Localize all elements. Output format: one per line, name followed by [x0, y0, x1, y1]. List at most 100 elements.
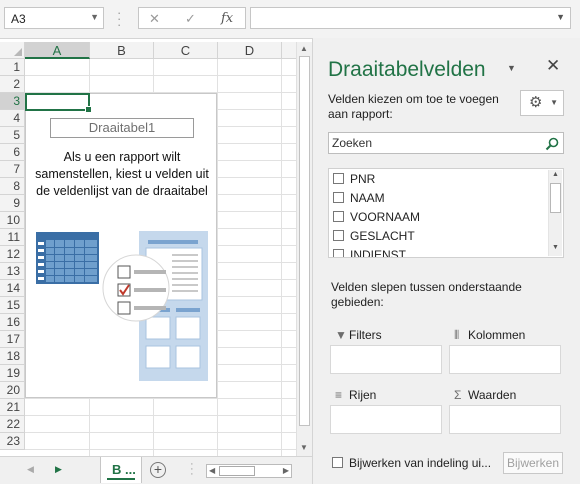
pivot-instructions: Als u een rapport wilt samenstellen, kie… [35, 150, 209, 198]
name-box-value: A3 [11, 12, 26, 26]
scroll-up-icon[interactable]: ▲ [300, 44, 308, 53]
horizontal-scrollbar[interactable]: ◀ ▶ [206, 464, 292, 478]
drag-instructions: Velden slepen tussen onderstaande gebied… [331, 280, 522, 309]
values-drop-zone[interactable] [449, 405, 561, 434]
pane-title: Draaitabelvelden [328, 58, 486, 81]
field-label: VOORNAAM [350, 210, 421, 224]
row-header-21[interactable]: 21 [0, 399, 25, 416]
grid-line [25, 75, 296, 76]
values-area-header: Σ Waarden [454, 388, 517, 402]
prev-sheet-icon[interactable]: ◀ [27, 464, 34, 475]
row-header-15[interactable]: 15 [0, 297, 25, 314]
close-icon[interactable]: ✕ [546, 56, 560, 76]
rows-drop-zone[interactable] [330, 405, 442, 434]
sigma-icon: Σ [454, 388, 462, 402]
field-list-scrollbar[interactable]: ▲ ▼ [548, 170, 562, 256]
formula-input[interactable]: ▼ [250, 7, 571, 29]
scroll-right-icon[interactable]: ▶ [283, 466, 289, 475]
enter-icon[interactable]: ✓ [185, 11, 196, 27]
h-scroll-thumb[interactable] [219, 466, 255, 476]
splitter-icon[interactable]: · · · [190, 459, 194, 480]
name-box[interactable]: A3 ▼ [4, 7, 104, 29]
scroll-thumb[interactable] [550, 183, 561, 213]
defer-checkbox[interactable] [332, 457, 343, 468]
row-header-12[interactable]: 12 [0, 246, 25, 263]
pane-subtitle: Velden kiezen om toe te voegen aan rappo… [328, 92, 499, 121]
column-header-d[interactable]: D [218, 42, 282, 59]
field-checkbox[interactable] [333, 230, 344, 241]
tools-button[interactable]: ⚙ ▼ [520, 90, 564, 116]
row-header-9[interactable]: 9 [0, 195, 25, 212]
row-header-20[interactable]: 20 [0, 382, 25, 399]
row-header-10[interactable]: 10 [0, 212, 25, 229]
row-header-14[interactable]: 14 [0, 280, 25, 297]
row-header-17[interactable]: 17 [0, 331, 25, 348]
table-icon [36, 232, 99, 284]
row-header-2[interactable]: 2 [0, 76, 25, 93]
column-header-c[interactable]: C [154, 42, 218, 59]
row-header-3[interactable]: 3 [0, 93, 25, 110]
row-header-22[interactable]: 22 [0, 416, 25, 433]
column-header-partial[interactable] [282, 42, 296, 59]
chevron-down-icon: ▼ [550, 98, 558, 107]
sheet-tab[interactable]: B ... [100, 457, 142, 483]
scroll-down-icon[interactable]: ▼ [300, 443, 308, 452]
select-all-button[interactable] [0, 42, 25, 59]
field-checkbox[interactable] [333, 192, 344, 203]
row-header-13[interactable]: 13 [0, 263, 25, 280]
vertical-scrollbar[interactable]: ▲ ▼ [296, 42, 312, 456]
active-cell-A3[interactable] [25, 93, 92, 113]
row-header-7[interactable]: 7 [0, 161, 25, 178]
add-sheet-button[interactable]: + [150, 462, 166, 478]
next-sheet-icon[interactable]: ▶ [55, 464, 62, 475]
rows-area-header: ≡ Rijen [335, 388, 377, 402]
field-label: GESLACHT [350, 229, 415, 243]
chevron-down-icon[interactable]: ▼ [507, 63, 516, 73]
row-header-8[interactable]: 8 [0, 178, 25, 195]
defer-label: Bijwerken van indeling ui... [349, 456, 492, 470]
scroll-down-icon[interactable]: ▼ [552, 244, 559, 251]
field-checkbox[interactable] [333, 173, 344, 184]
rows-icon: ≡ [335, 388, 343, 402]
row-header-4[interactable]: 4 [0, 110, 25, 127]
field-checklist-icon [102, 254, 170, 322]
field-label: INDIENST [350, 248, 407, 258]
field-list: PNR NAAM VOORNAAM GESLACHT INDIENST ▲ ▼ [328, 168, 564, 258]
filter-icon: ▼ [335, 328, 347, 342]
row-header-1[interactable]: 1 [0, 59, 25, 76]
columns-drop-zone[interactable] [449, 345, 561, 374]
row-header-16[interactable]: 16 [0, 314, 25, 331]
column-header-b[interactable]: B [90, 42, 154, 59]
scroll-up-icon[interactable]: ▲ [552, 171, 559, 178]
expand-formula-bar-icon[interactable]: ▼ [556, 12, 565, 22]
row-header-19[interactable]: 19 [0, 365, 25, 382]
cancel-icon[interactable]: ✕ [149, 11, 160, 27]
scroll-thumb[interactable] [299, 56, 310, 426]
field-label: PNR [350, 172, 376, 186]
grid-line [217, 59, 218, 456]
row-header-11[interactable]: 11 [0, 229, 25, 246]
insert-function-button[interactable]: fx [221, 11, 233, 26]
pivot-illustration [36, 231, 208, 381]
sheet-tab-bar: ◀ ▶ B ... + · · · ◀ ▶ [0, 456, 312, 484]
search-icon[interactable] [544, 136, 560, 152]
grid-line [25, 398, 296, 399]
row-header-5[interactable]: 5 [0, 127, 25, 144]
scroll-left-icon[interactable]: ◀ [209, 466, 215, 475]
update-button[interactable]: Bijwerken [503, 452, 563, 474]
row-header-6[interactable]: 6 [0, 144, 25, 161]
chevron-down-icon[interactable]: ▼ [90, 12, 99, 22]
filters-area-header: ▼ Filters [335, 328, 382, 342]
row-header-23[interactable]: 23 [0, 433, 25, 450]
field-checkbox[interactable] [333, 249, 344, 257]
search-input[interactable] [329, 133, 542, 153]
pivot-table-placeholder[interactable] [25, 93, 217, 398]
column-header-a[interactable]: A [25, 42, 90, 59]
filters-drop-zone[interactable] [330, 345, 442, 374]
drag-handle-icon: · · · [117, 5, 122, 32]
worksheet-grid[interactable]: ABCD 1 2 3 4 5 6 7 8 9 10 11 12 13 14 15 16 17 18 19 20 21 22… [0, 42, 296, 456]
row-header-18[interactable]: 18 [0, 348, 25, 365]
grid-line [281, 59, 282, 456]
grid-line [25, 449, 296, 450]
field-checkbox[interactable] [333, 211, 344, 222]
